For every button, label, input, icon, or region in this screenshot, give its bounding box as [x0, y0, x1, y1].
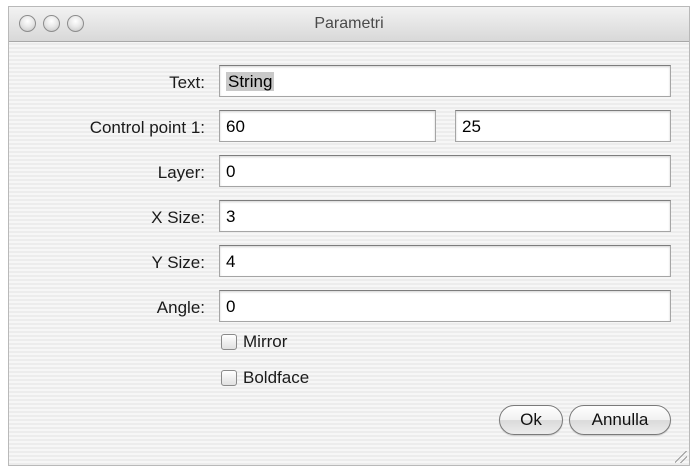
- parametri-dialog: Parametri Text: String Control point 1: …: [8, 6, 690, 466]
- control-point-label: Control point 1:: [89, 118, 205, 137]
- control-point-x-field[interactable]: 60: [219, 110, 436, 142]
- boldface-label: Boldface: [243, 368, 310, 387]
- text-field[interactable]: String: [219, 65, 671, 97]
- ysize-label: Y Size:: [151, 253, 205, 272]
- annulla-button[interactable]: Annulla: [569, 405, 671, 435]
- xsize-field[interactable]: 3: [219, 200, 671, 232]
- mirror-checkbox-box[interactable]: [221, 334, 237, 350]
- resize-grip-icon[interactable]: [675, 451, 687, 463]
- ok-button[interactable]: Ok: [499, 405, 563, 435]
- text-field-value: String: [226, 72, 275, 91]
- boldface-checkbox-box[interactable]: [221, 370, 237, 386]
- title-bar[interactable]: Parametri: [9, 7, 689, 42]
- angle-field[interactable]: 0: [219, 290, 671, 322]
- angle-label: Angle:: [156, 298, 205, 317]
- control-point-y-field[interactable]: 25: [455, 110, 671, 142]
- boldface-checkbox[interactable]: Boldface: [221, 367, 309, 389]
- mirror-checkbox[interactable]: Mirror: [221, 331, 287, 353]
- xsize-label: X Size:: [151, 208, 205, 227]
- ysize-field[interactable]: 4: [219, 245, 671, 277]
- mirror-label: Mirror: [243, 332, 288, 351]
- window-title: Parametri: [314, 15, 384, 32]
- layer-label: Layer:: [157, 163, 205, 182]
- text-label: Text:: [169, 73, 205, 92]
- layer-field[interactable]: 0: [219, 155, 671, 187]
